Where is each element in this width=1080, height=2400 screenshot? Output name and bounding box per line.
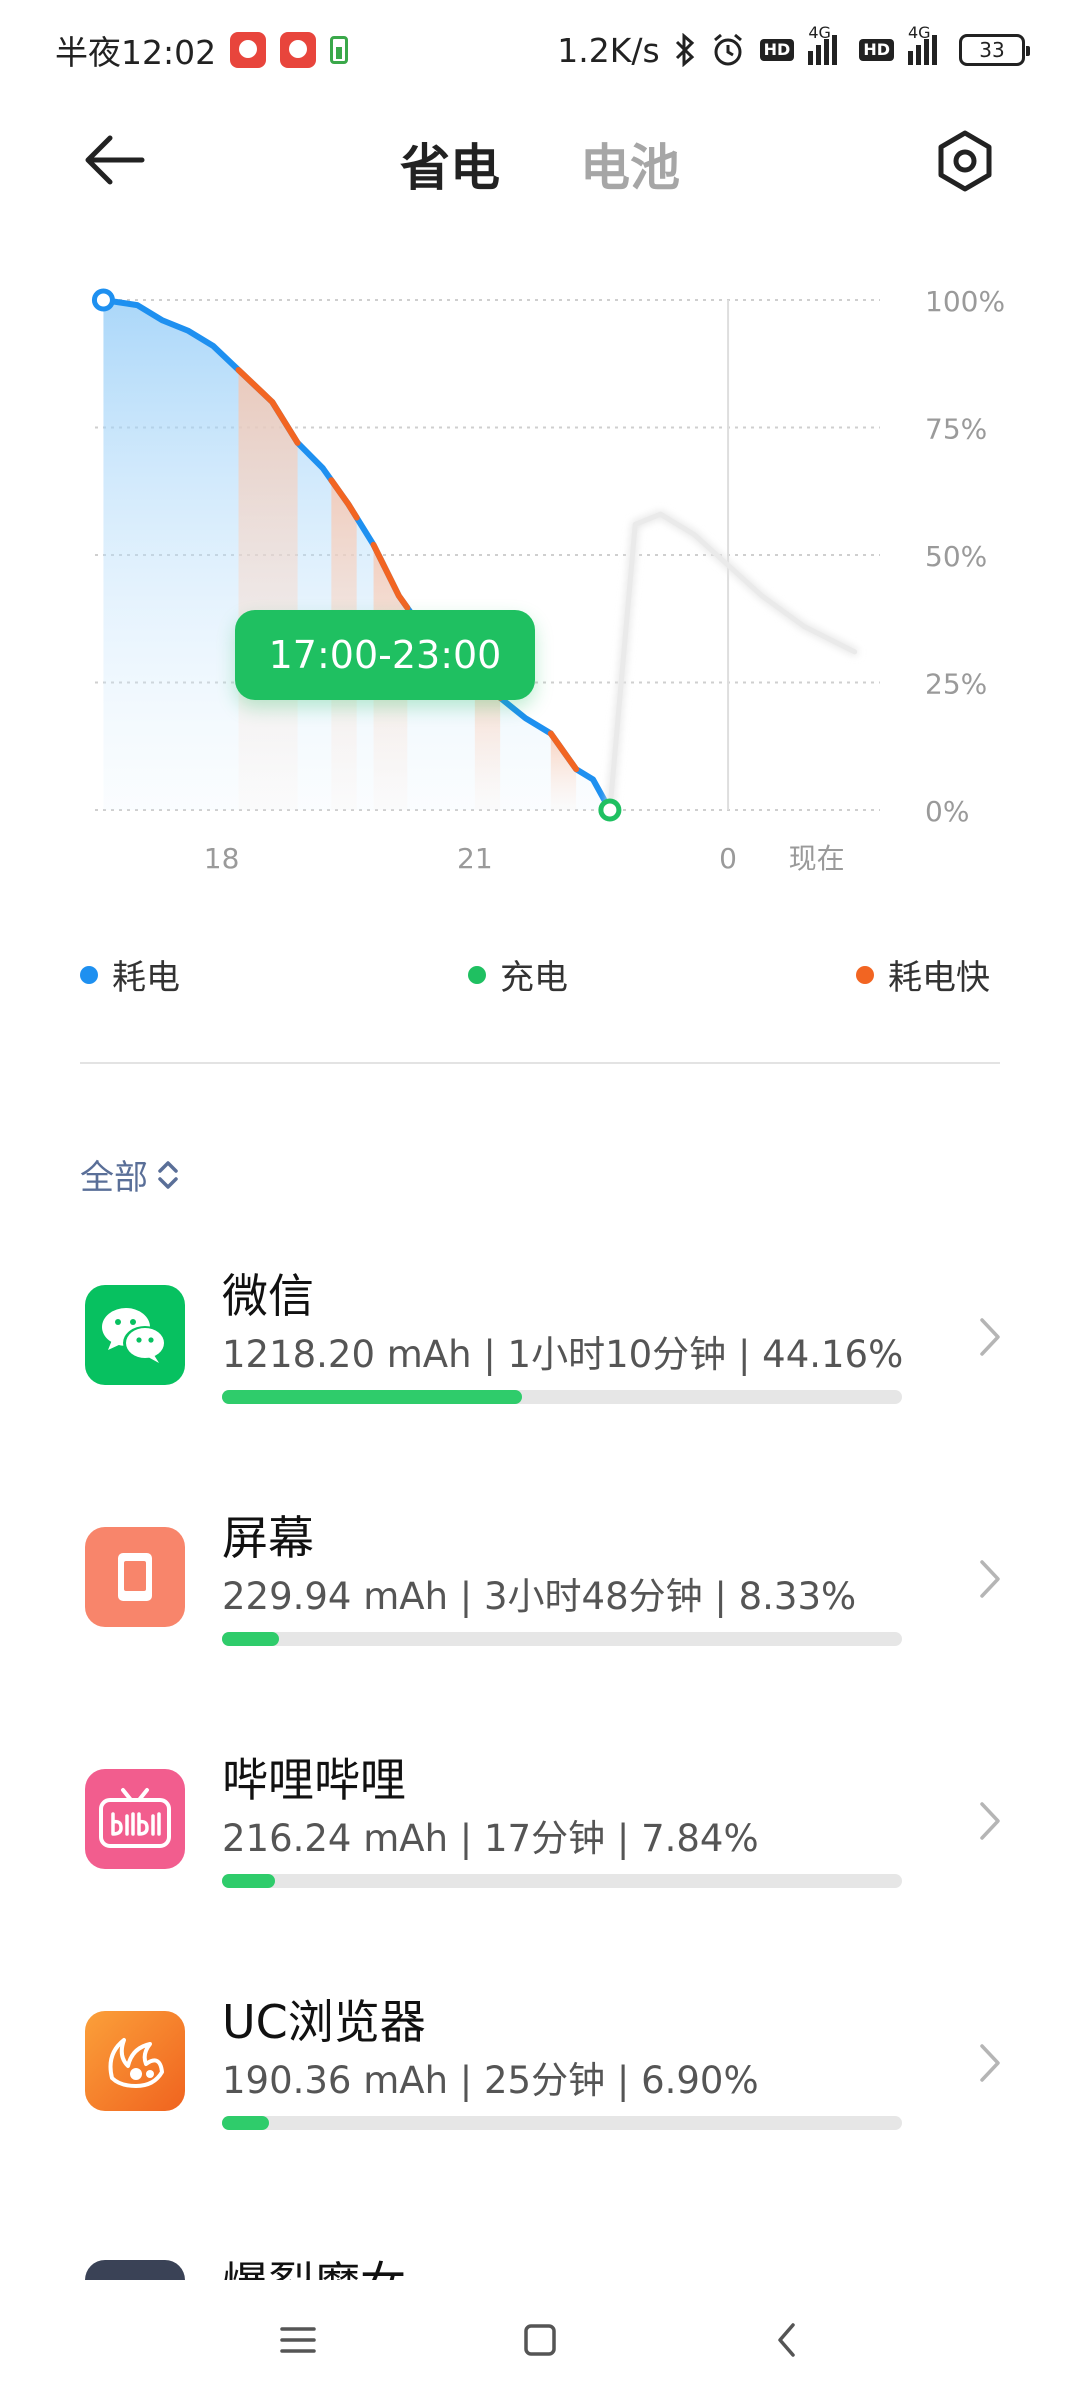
app-name: 哔哩哔哩 — [222, 1753, 406, 1807]
wechat-icon — [85, 1285, 185, 1385]
battery-chart[interactable]: 100% 75% 50% 25% 0% 18 21 0 现在 17:00-23:00 — [0, 270, 1080, 910]
start-point — [91, 288, 115, 312]
app-stats: 1218.20 mAh | 1小时10分钟 | 44.16% — [222, 1333, 904, 1376]
usage-bar — [222, 1874, 902, 1888]
hexagon-settings-icon[interactable] — [930, 126, 1000, 196]
x-tick-label: 18 — [204, 842, 240, 875]
app-row-screen[interactable]: 屏幕 229.94 mAh | 3小时48分钟 | 8.33% — [0, 1482, 1080, 1682]
legend-item-fast-drain: 耗电快 — [856, 950, 990, 999]
app-row-wechat[interactable]: 微信 1218.20 mAh | 1小时10分钟 | 44.16% — [0, 1240, 1080, 1440]
back-icon[interactable] — [758, 2310, 818, 2370]
legend-item-drain: 耗电 — [80, 950, 180, 999]
navigation-bar — [0, 2280, 1080, 2400]
time-range-tooltip: 17:00-23:00 — [235, 610, 535, 700]
clock: 半夜12:02 — [55, 33, 217, 72]
usage-bar-fill — [222, 1632, 279, 1646]
app-stats: 190.36 mAh | 25分钟 | 6.90% — [222, 2059, 759, 2102]
usage-bar-fill — [222, 2116, 269, 2130]
battery-icon: 33 — [959, 34, 1030, 66]
usage-bar-fill — [222, 1390, 523, 1404]
app-name: UC浏览器 — [222, 1995, 426, 2049]
chevron-right-icon — [980, 2044, 1000, 2082]
tab-bar: 省电 电池 — [0, 128, 1080, 200]
app-name: 屏幕 — [222, 1511, 314, 1565]
app-row-partial[interactable]: 爆裂魔女 — [0, 2240, 1080, 2280]
sort-updown-icon — [158, 1160, 178, 1189]
menu-icon[interactable] — [268, 2310, 328, 2370]
legend-label: 耗电 — [112, 958, 180, 998]
y-tick-label: 75% — [925, 413, 987, 446]
alarm-icon — [713, 33, 742, 66]
x-tick-label: 0 — [719, 842, 737, 875]
bilibili-icon — [85, 1769, 185, 1869]
projection-line-blur — [606, 510, 859, 814]
y-tick-label: 0% — [925, 795, 969, 828]
chevron-right-icon — [980, 1318, 1000, 1356]
x-tick-label: 现在 — [789, 842, 845, 875]
x-tick-label: 21 — [457, 842, 493, 875]
usage-bar — [222, 1390, 902, 1404]
legend-label: 耗电快 — [888, 958, 990, 998]
y-tick-label: 50% — [925, 540, 987, 573]
legend-label: 充电 — [500, 958, 568, 998]
screen-icon — [85, 1527, 185, 1627]
divider — [80, 1062, 1000, 1064]
uc-browser-icon — [85, 2011, 185, 2111]
filter-label: 全部 — [80, 1158, 148, 1198]
y-tick-label: 100% — [925, 285, 1005, 318]
usage-bar — [222, 2116, 902, 2130]
game-app-icon — [85, 2260, 185, 2280]
status-right: 1.2K/s HD 4G HD 4G 33 — [557, 23, 1030, 70]
status-left: 半夜12:02 — [55, 26, 349, 74]
network-type-2: 4G — [908, 23, 931, 42]
app-header: 省电 电池 — [0, 110, 1080, 210]
app-stats: 216.24 mAh | 17分钟 | 7.84% — [222, 1817, 759, 1860]
usage-bar-fill — [222, 1874, 276, 1888]
net-speed: 1.2K/s — [557, 30, 660, 70]
app-name: 爆裂魔女 — [222, 2248, 406, 2280]
battery-saver-icon — [330, 36, 349, 64]
hd-badge-2: HD — [859, 39, 894, 61]
legend-dot-orange — [856, 965, 874, 984]
projection-line — [607, 511, 858, 813]
signal-icon-2: 4G — [908, 23, 945, 65]
status-bar: 半夜12:02 1.2K/s HD 4G HD 4G 33 — [0, 0, 1080, 100]
home-icon[interactable] — [510, 2310, 570, 2370]
network-type: 4G — [808, 23, 831, 42]
battery-level: 33 — [979, 38, 1005, 62]
fast-drain-area — [238, 369, 298, 810]
app-row-uc-browser[interactable]: UC浏览器 190.36 mAh | 25分钟 | 6.90% — [0, 1966, 1080, 2166]
app-name: 微信 — [222, 1269, 314, 1323]
usage-bar — [222, 1632, 902, 1646]
chevron-right-icon — [980, 1802, 1000, 1840]
hd-badge: HD — [759, 39, 795, 61]
legend-dot-green — [468, 965, 486, 984]
chart-legend: 耗电 充电 耗电快 — [0, 950, 1080, 1000]
tab-power-saving[interactable]: 省电 — [400, 128, 500, 200]
signal-icon: 4G — [808, 23, 845, 65]
charge-point — [598, 798, 622, 822]
chevron-right-icon — [980, 1560, 1000, 1598]
app-stats: 229.94 mAh | 3小时48分钟 | 8.33% — [222, 1575, 857, 1618]
notification-app-icon-2 — [280, 32, 317, 68]
filter-dropdown[interactable]: 全部 — [80, 1150, 180, 1199]
bluetooth-icon — [675, 33, 694, 67]
notification-app-icon — [230, 32, 267, 68]
tab-battery[interactable]: 电池 — [580, 128, 680, 200]
app-row-bilibili[interactable]: 哔哩哔哩 216.24 mAh | 17分钟 | 7.84% — [0, 1724, 1080, 1924]
y-tick-label: 25% — [925, 668, 987, 701]
legend-dot-blue — [80, 965, 98, 984]
battery-chart-svg: 100% 75% 50% 25% 0% 18 21 0 现在 — [91, 285, 1005, 875]
legend-item-charging: 充电 — [468, 950, 568, 999]
fast-drain-area — [550, 733, 577, 810]
